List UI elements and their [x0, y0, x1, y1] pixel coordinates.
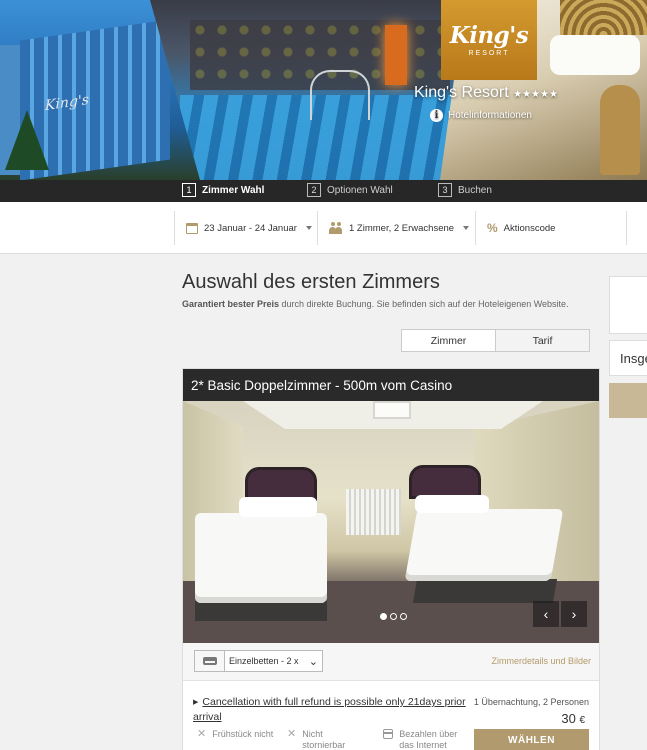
- step-room-choice[interactable]: 1 Zimmer Wahl: [182, 183, 264, 197]
- guests-picker[interactable]: 1 Zimmer, 2 Erwachsene: [329, 211, 470, 245]
- chevron-right-icon: ›: [571, 606, 577, 622]
- best-price-label: Garantiert bester Preis: [182, 299, 280, 309]
- bed-type-value: Einzelbetten - 2 x: [229, 656, 299, 666]
- hotel-info-link[interactable]: i Hotelinformationen: [430, 109, 532, 122]
- summary-panel: [609, 276, 647, 334]
- room-photo[interactable]: ‹ ›: [183, 401, 599, 643]
- percent-icon: %: [487, 221, 498, 235]
- chevron-down-icon: [305, 226, 312, 230]
- step-options[interactable]: 2 Optionen Wahl: [307, 183, 393, 197]
- page-title: Auswahl des ersten Zimmers: [182, 271, 440, 293]
- promo-code-field[interactable]: % Aktionscode: [487, 211, 555, 245]
- feature-label: Nicht stornierbar: [302, 729, 346, 750]
- booking-steps: 1 Zimmer Wahl 2 Optionen Wahl 3 Buchen: [0, 180, 647, 202]
- pagination-dot[interactable]: [380, 613, 387, 620]
- price: 30 €: [561, 711, 585, 726]
- feature-breakfast: ✕ Frühstück nicht: [197, 729, 277, 740]
- step-book[interactable]: 3 Buchen: [438, 183, 492, 197]
- currency: €: [579, 715, 585, 726]
- toggle-rate[interactable]: Tarif: [496, 330, 589, 351]
- x-icon: ✕: [197, 728, 207, 740]
- star-rating: ★★★★★: [513, 89, 558, 100]
- pagination-dot[interactable]: [390, 613, 397, 620]
- chevron-down-icon: [463, 226, 470, 230]
- logo-name: King's: [449, 21, 529, 49]
- bed-icon: [195, 651, 225, 671]
- search-bar: 23 Januar - 24 Januar 1 Zimmer, 2 Erwach…: [0, 202, 647, 254]
- page-subtitle: Garantiert bester Preis durch direkte Bu…: [182, 298, 582, 311]
- step-number: 2: [307, 183, 321, 197]
- promo-label: Aktionscode: [503, 222, 556, 234]
- subtitle-text: durch direkte Buchung. Sie befinden sich…: [279, 299, 569, 309]
- hero-banner: King's King's RESORT King's Resort ★★★★★…: [0, 0, 647, 180]
- step-label: Optionen Wahl: [327, 184, 393, 196]
- room-name: 2* Basic Doppelzimmer - 500m vom Casino: [183, 369, 599, 401]
- hotel-name-text: King's Resort: [414, 84, 509, 101]
- feature-non-refundable: ✕ Nicht stornierbar: [287, 729, 367, 750]
- total-label: Insgesamt: [609, 340, 647, 376]
- hotel-name: King's Resort ★★★★★: [414, 84, 558, 102]
- view-toggle: Zimmer Tarif: [401, 329, 590, 352]
- date-range: 23 Januar - 24 Januar: [204, 222, 297, 234]
- x-icon: ✕: [287, 728, 297, 740]
- cancellation-link[interactable]: Cancellation with full refund is possibl…: [193, 696, 466, 723]
- guests-value: 1 Zimmer, 2 Erwachsene: [349, 222, 455, 234]
- feature-label: Bezahlen über das Internet: [399, 729, 458, 750]
- date-picker[interactable]: 23 Januar - 24 Januar: [186, 211, 312, 245]
- hotel-info-label: Hotelinformationen: [448, 110, 532, 121]
- sidebar-action-button[interactable]: [609, 383, 647, 418]
- feature-label: Frühstück nicht: [212, 729, 274, 739]
- toggle-room[interactable]: Zimmer: [402, 330, 496, 351]
- select-room-button[interactable]: WÄHLEN: [474, 729, 589, 750]
- step-label: Buchen: [458, 184, 492, 196]
- caret-right-icon: ▶: [193, 699, 199, 706]
- info-icon: i: [430, 109, 443, 122]
- guests-icon: [329, 221, 343, 234]
- credit-card-icon: [383, 729, 394, 739]
- step-label: Zimmer Wahl: [202, 184, 265, 196]
- calendar-icon: [186, 222, 198, 234]
- step-number: 3: [438, 183, 452, 197]
- room-details-link[interactable]: Zimmerdetails und Bilder: [491, 656, 591, 666]
- pagination-dot[interactable]: [400, 613, 407, 620]
- chevron-down-icon: ⌄: [308, 656, 318, 668]
- room-card: 2* Basic Doppelzimmer - 500m vom Casino …: [182, 368, 600, 750]
- kings-resort-logo[interactable]: King's RESORT: [441, 0, 537, 80]
- feature-online-payment: Bezahlen über das Internet: [383, 729, 473, 750]
- step-number: 1: [182, 183, 196, 197]
- rate-row: ▶ Cancellation with full refund is possib…: [183, 681, 599, 750]
- bed-type-select[interactable]: Einzelbetten - 2 x ⌄: [194, 650, 323, 672]
- room-controls: Einzelbetten - 2 x ⌄ Zimmerdetails und B…: [183, 643, 599, 681]
- chevron-left-icon: ‹: [543, 606, 549, 622]
- prev-photo-button[interactable]: ‹: [533, 601, 559, 627]
- stay-summary: 1 Übernachtung, 2 Personen: [473, 697, 589, 707]
- logo-sub: RESORT: [468, 49, 510, 57]
- price-value: 30: [561, 711, 576, 726]
- cancellation-policy: ▶ Cancellation with full refund is possib…: [193, 695, 475, 725]
- next-photo-button[interactable]: ›: [561, 601, 587, 627]
- photo-pagination: [380, 613, 407, 620]
